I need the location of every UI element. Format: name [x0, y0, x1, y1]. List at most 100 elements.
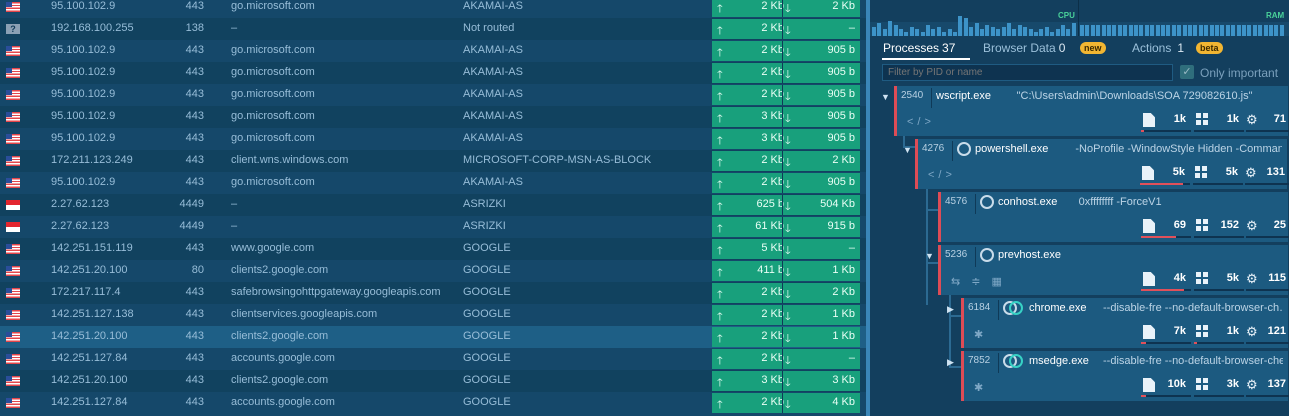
download-size: 915 b — [827, 220, 855, 232]
connection-row[interactable]: 95.100.102.9 443 go.microsoft.com AKAMAI-AS… — [0, 40, 866, 62]
process-indicator-icons: ⇆ ≑ ▦ — [951, 276, 1006, 288]
traffic-separator — [782, 393, 783, 413]
expand-chevron-icon[interactable]: ▼ — [881, 92, 890, 102]
connection-row[interactable]: 95.100.102.9 443 go.microsoft.com AKAMAI-AS… — [0, 106, 866, 128]
metric-bar-fill — [1141, 395, 1146, 397]
ip-address: 95.100.102.9 — [51, 132, 116, 144]
country-flag-icon — [6, 46, 20, 56]
expand-chevron-icon[interactable]: ▼ — [903, 145, 912, 155]
registry-count: 5k — [1225, 166, 1238, 178]
upload-arrow-icon: 🡑 — [717, 91, 723, 103]
traffic-cell: 🡑 3 Kb 🡓 3 Kb — [712, 371, 860, 391]
connection-row[interactable]: 95.100.102.9 443 go.microsoft.com AKAMAI-AS… — [0, 128, 866, 150]
metric-bar-fill — [1194, 342, 1197, 344]
metric-bar-track — [1141, 342, 1191, 344]
domain-name: go.microsoft.com — [231, 176, 315, 188]
download-size: 4 Kb — [832, 396, 855, 408]
process-card[interactable]: 7852 msedge.exe --disable-fre --no-default… — [961, 351, 1289, 401]
traffic-separator — [782, 173, 783, 193]
threads-count: 131 — [1266, 166, 1285, 178]
traffic-separator — [782, 261, 783, 281]
tab-browser-data[interactable]: Browser Data 0 — [983, 41, 1065, 55]
traffic-separator — [782, 217, 783, 237]
tab-actions[interactable]: Actions 1 — [1132, 41, 1184, 55]
cpu-bar — [888, 21, 893, 36]
asn-name: GOOGLE — [463, 396, 511, 408]
port-number: 443 — [185, 154, 204, 166]
metric-bar-track — [1141, 289, 1191, 291]
connection-row[interactable]: 2.27.62.123 4449 – ASRIZKI 🡑 61 Kb 🡓 915 b — [0, 216, 866, 238]
browser-network-icon — [1009, 301, 1023, 315]
cpu-bar — [872, 27, 876, 36]
traffic-cell: 🡑 61 Kb 🡓 915 b — [712, 217, 860, 237]
tab-actions-label: Actions — [1132, 41, 1172, 55]
domain-name: – — [231, 220, 238, 232]
connection-row[interactable]: 95.100.102.9 443 go.microsoft.com AKAMAI-AS… — [0, 0, 866, 18]
tab-actions-count: 1 — [1177, 41, 1185, 55]
ram-bar — [1258, 25, 1263, 36]
cpu-bar — [1028, 29, 1033, 36]
traffic-separator — [782, 305, 783, 325]
connection-row[interactable]: 95.100.102.9 443 go.microsoft.com AKAMAI-AS… — [0, 84, 866, 106]
asn-name: GOOGLE — [463, 330, 511, 342]
connection-row[interactable]: 142.251.127.84 443 accounts.google.com GOOG… — [0, 392, 866, 414]
connection-row[interactable]: 2.27.62.123 4449 – ASRIZKI 🡑 625 b 🡓 504 Kb — [0, 194, 866, 216]
process-name[interactable]: powershell.exe — [975, 143, 1048, 155]
traffic-separator — [782, 63, 783, 83]
connection-row[interactable]: ? 192.168.100.255 138 – Not routed 🡑 2 Kb 🡓 – — [0, 18, 866, 40]
asn-name: AKAMAI-AS — [463, 66, 523, 78]
new-badge: new — [1080, 42, 1106, 54]
asn-name: AKAMAI-AS — [463, 0, 523, 12]
connection-row[interactable]: 142.251.151.119 443 www.google.com GOOGLE 🡑 5… — [0, 238, 866, 260]
download-arrow-icon: 🡓 — [785, 113, 791, 125]
file-icon — [1142, 166, 1154, 180]
process-name[interactable]: msedge.exe — [1029, 355, 1089, 367]
download-arrow-icon: 🡓 — [785, 179, 791, 191]
process-name[interactable]: conhost.exe — [998, 196, 1057, 208]
tab-processes[interactable]: Processes 37 — [883, 41, 955, 55]
connection-row[interactable]: 142.251.127.84 443 accounts.google.com GOOG… — [0, 348, 866, 370]
metric-bar-fill — [1141, 236, 1176, 238]
process-card[interactable]: 6184 chrome.exe --disable-fre --no-default… — [961, 298, 1289, 348]
panel-tabs: Processes 37 Browser Data 0 new Actions 1 b… — [870, 36, 1289, 60]
domain-name: go.microsoft.com — [231, 88, 315, 100]
port-number: 443 — [185, 0, 204, 12]
process-card[interactable]: 2540 wscript.exe "C:\Users\admin\Downloads… — [894, 86, 1289, 136]
traffic-cell: 🡑 2 Kb 🡓 905 b — [712, 173, 860, 193]
process-name[interactable]: wscript.exe — [936, 90, 991, 102]
filter-input[interactable] — [882, 64, 1173, 81]
traffic-cell: 🡑 2 Kb 🡓 905 b — [712, 41, 860, 61]
connection-row[interactable]: 172.211.123.249 443 client.wns.windows.com… — [0, 150, 866, 172]
process-indicator-icons: ✱ — [974, 329, 988, 341]
traffic-cell: 🡑 2 Kb 🡓 1 Kb — [712, 305, 860, 325]
collapse-chevron-icon[interactable]: ▶ — [947, 304, 954, 315]
connection-row[interactable]: 172.217.117.4 443 safebrowsingohttpgateway… — [0, 282, 866, 304]
connection-row[interactable]: 142.251.127.138 443 clientservices.googlea… — [0, 304, 866, 326]
metric-bar-fill — [1141, 130, 1144, 132]
expand-chevron-icon[interactable]: ▼ — [925, 251, 934, 261]
pid-separator — [998, 353, 999, 373]
process-panel: CPU RAM Processes 37 Browser Data 0 new Ac… — [870, 0, 1289, 416]
collapse-chevron-icon[interactable]: ▶ — [947, 357, 954, 368]
upload-size: 2 Kb — [761, 88, 784, 100]
connection-row[interactable]: 95.100.102.9 443 go.microsoft.com AKAMAI-AS… — [0, 172, 866, 194]
registry-count: 3k — [1226, 378, 1239, 390]
connection-row[interactable]: 95.100.102.9 443 go.microsoft.com AKAMAI-AS… — [0, 62, 866, 84]
active-tab-indicator — [882, 58, 970, 60]
traffic-cell: 🡑 2 Kb 🡓 2 Kb — [712, 151, 860, 171]
process-card[interactable]: 4576 conhost.exe 0xffffffff -ForceV1 69 152 ⚙… — [938, 192, 1289, 242]
only-important-checkbox[interactable]: ✓ — [1180, 65, 1194, 79]
process-card[interactable]: 4276 powershell.exe -NoProfile -WindowStyl… — [915, 139, 1289, 189]
download-arrow-icon: 🡓 — [785, 267, 791, 279]
files-count: 4k — [1173, 272, 1186, 284]
port-number: 4449 — [179, 198, 204, 210]
ram-bar — [1090, 25, 1095, 36]
ip-address: 95.100.102.9 — [51, 110, 116, 122]
process-name[interactable]: chrome.exe — [1029, 302, 1086, 314]
process-name[interactable]: prevhost.exe — [998, 249, 1061, 261]
traffic-cell: 🡑 2 Kb 🡓 2 Kb — [712, 283, 860, 303]
connection-row[interactable]: 142.251.20.100 443 clients2.google.com GOOG… — [0, 370, 866, 392]
connection-row[interactable]: 142.251.20.100 80 clients2.google.com GOOGL… — [0, 260, 866, 282]
connection-row[interactable]: 142.251.20.100 443 clients2.google.com GOOG… — [0, 326, 866, 348]
process-card[interactable]: 5236 prevhost.exe ⇆ ≑ ▦ 4k 5k ⚙ 115 — [938, 245, 1289, 295]
